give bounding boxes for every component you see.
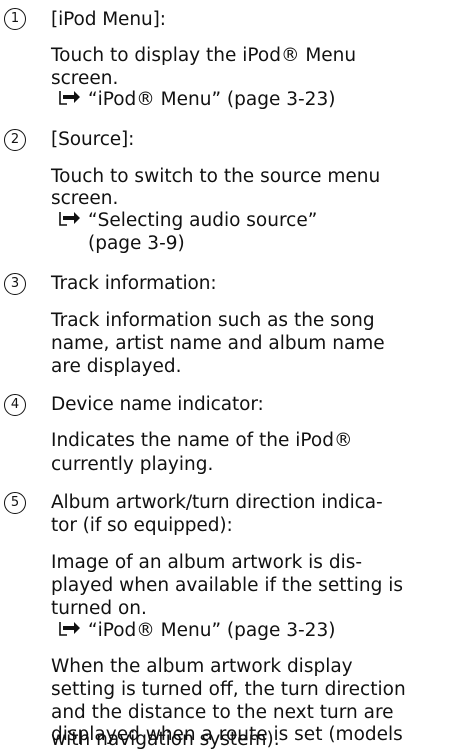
cross-reference-text: “iPod® Menu” (page 3-23) — [88, 89, 336, 110]
item-body-line: When the album artwork display — [51, 656, 353, 677]
item-body-line: Image of an album artwork is dis- — [51, 552, 363, 573]
item-body-line: are displayed. — [51, 356, 182, 377]
cross-reference[interactable]: “iPod® Menu” (page 3-23) — [58, 618, 335, 643]
cross-reference[interactable]: “iPod® Menu” (page 3-23) — [58, 87, 335, 112]
item-body-line: Track information such as the song — [51, 310, 375, 331]
item-heading-ipod-menu: [iPod Menu]: — [51, 9, 166, 30]
item-heading-source: [Source]: — [51, 129, 135, 150]
item-heading-album-artwork: Album artwork/turn direction indica- — [51, 492, 383, 513]
item-number-3: 3 — [4, 273, 26, 295]
reference-arrow-icon — [59, 622, 80, 636]
item-heading-album-artwork-cont: tor (if so equipped): — [51, 515, 233, 536]
item-body-line: with navigation system). — [51, 729, 280, 750]
item-number-2: 2 — [4, 129, 26, 151]
cross-reference-text: “Selecting audio source” — [88, 210, 318, 231]
item-body-line: Indicates the name of the iPod® — [51, 430, 353, 451]
item-heading-device-name-indicator: Device name indicator: — [51, 394, 264, 415]
reference-arrow-icon — [59, 212, 80, 226]
reference-arrow-icon — [59, 91, 80, 105]
cross-reference-page: (page 3-9) — [88, 233, 185, 254]
item-body-line: setting is turned off, the turn directio… — [51, 679, 406, 700]
item-number-4: 4 — [4, 394, 26, 416]
cross-reference-text: “iPod® Menu” (page 3-23) — [88, 620, 336, 641]
item-body-line: name, artist name and album name — [51, 333, 385, 354]
item-number-5: 5 — [4, 492, 26, 514]
item-body-line: currently playing. — [51, 454, 214, 475]
item-number-1: 1 — [4, 8, 26, 30]
cross-reference[interactable]: “Selecting audio source” — [58, 208, 317, 233]
item-body-line: Touch to display the iPod® Menu — [51, 45, 357, 66]
item-heading-track-information: Track information: — [51, 273, 217, 294]
item-body-line: played when available if the setting is — [51, 575, 403, 596]
